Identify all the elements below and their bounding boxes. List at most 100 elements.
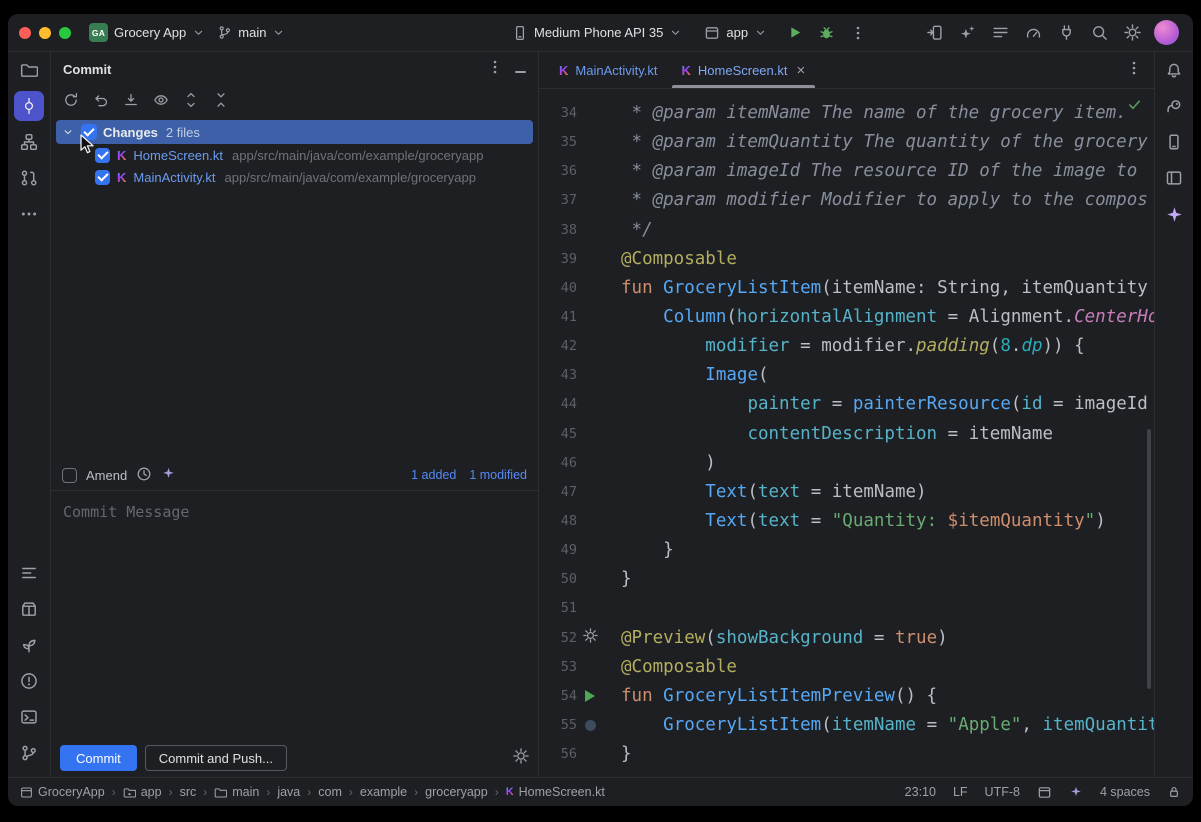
file-checkbox[interactable]: [95, 170, 110, 185]
ai-status-sparkle-icon[interactable]: [1069, 785, 1083, 799]
branch-selector[interactable]: main: [211, 22, 291, 43]
logcat-icon[interactable]: [14, 558, 44, 588]
editor-scrollbar[interactable]: [1147, 429, 1151, 689]
editor-tabs-menu-icon[interactable]: [1126, 60, 1142, 81]
code-line[interactable]: 53@Composable: [539, 653, 1154, 682]
code-line[interactable]: 56}: [539, 740, 1154, 769]
cursor-position[interactable]: 23:10: [905, 785, 936, 799]
code-line[interactable]: 44 painter = painterResource(id = imageI…: [539, 390, 1154, 419]
problems-icon[interactable]: [14, 666, 44, 696]
show-diff-eye-icon[interactable]: [150, 89, 172, 111]
tab-mainactivity[interactable]: K MainActivity.kt: [547, 52, 670, 88]
device-selector[interactable]: Medium Phone API 35: [506, 22, 688, 44]
commit-options-icon[interactable]: [487, 59, 503, 80]
changed-file-row[interactable]: KHomeScreen.ktapp/src/main/java/com/exam…: [51, 144, 538, 166]
gutter-slot[interactable]: [577, 711, 603, 740]
breadcrumb-item[interactable]: KHomeScreen.kt: [506, 785, 605, 799]
code-line[interactable]: 35 * @param itemQuantity The quantity of…: [539, 128, 1154, 157]
code-line[interactable]: 37 * @param modifier Modifier to apply t…: [539, 186, 1154, 215]
terminal-icon[interactable]: [14, 702, 44, 732]
expand-all-icon[interactable]: [180, 89, 202, 111]
shelve-icon[interactable]: [120, 89, 142, 111]
code-line[interactable]: 52@Preview(showBackground = true): [539, 624, 1154, 653]
changes-node[interactable]: Changes 2 files: [56, 120, 533, 144]
debug-button[interactable]: [815, 22, 837, 44]
code-line[interactable]: 40fun GroceryListItem(itemName: String, …: [539, 274, 1154, 303]
user-avatar[interactable]: [1154, 20, 1179, 45]
breadcrumb-item[interactable]: com: [318, 785, 342, 799]
changed-file-row[interactable]: KMainActivity.ktapp/src/main/java/com/ex…: [51, 166, 538, 188]
code-line[interactable]: 51: [539, 594, 1154, 623]
breadcrumb-item[interactable]: GroceryApp: [20, 785, 105, 799]
hide-panel-icon[interactable]: [515, 60, 526, 78]
code-line[interactable]: 55 GroceryListItem(itemName = "Apple", i…: [539, 711, 1154, 740]
chevron-down-icon[interactable]: [61, 126, 75, 138]
device-connection-icon[interactable]: [1055, 22, 1077, 44]
run-preview-icon[interactable]: [585, 690, 595, 702]
code-line[interactable]: 39@Composable: [539, 245, 1154, 274]
code-line[interactable]: 45 contentDescription = itemName: [539, 420, 1154, 449]
ai-commit-message-icon[interactable]: [161, 466, 176, 484]
breadcrumb-item[interactable]: groceryapp: [425, 785, 488, 799]
version-control-icon[interactable]: [14, 738, 44, 768]
amend-checkbox[interactable]: [62, 468, 77, 483]
close-window-button[interactable]: [19, 27, 31, 39]
rollback-icon[interactable]: [90, 89, 112, 111]
running-devices-icon[interactable]: [1159, 163, 1189, 193]
breadcrumb-item[interactable]: example: [360, 785, 407, 799]
refresh-icon[interactable]: [60, 89, 82, 111]
code-line[interactable]: 42 modifier = modifier.padding(8.dp)) {: [539, 332, 1154, 361]
tab-homescreen[interactable]: K HomeScreen.kt ×: [670, 52, 818, 88]
code-line[interactable]: 46 ): [539, 449, 1154, 478]
readonly-lock-icon[interactable]: [1167, 785, 1181, 799]
indent-setting[interactable]: 4 spaces: [1100, 785, 1150, 799]
search-icon[interactable]: [1088, 22, 1110, 44]
code-line[interactable]: 41 Column(horizontalAlignment = Alignmen…: [539, 303, 1154, 332]
profiler-icon[interactable]: [1022, 22, 1044, 44]
logcat-toolbar-icon[interactable]: [989, 22, 1011, 44]
gutter-slot[interactable]: [577, 624, 603, 653]
collapse-all-icon[interactable]: [210, 89, 232, 111]
breadcrumb-item[interactable]: java: [277, 785, 300, 799]
commit-button[interactable]: Commit: [60, 745, 137, 771]
zoom-window-button[interactable]: [59, 27, 71, 39]
pull-requests-icon[interactable]: [14, 163, 44, 193]
commit-and-push-button[interactable]: Commit and Push...: [145, 745, 287, 771]
run-button[interactable]: [783, 22, 805, 44]
device-mirroring-icon[interactable]: [923, 22, 945, 44]
commit-icon[interactable]: [14, 91, 44, 121]
app-inspection-icon[interactable]: [14, 630, 44, 660]
gutter-slot[interactable]: [577, 682, 603, 711]
settings-gear-icon[interactable]: [1121, 22, 1143, 44]
ai-assistant-icon[interactable]: [956, 22, 978, 44]
project-selector[interactable]: GA Grocery App: [83, 20, 211, 45]
commit-message-input[interactable]: [51, 490, 538, 739]
breadcrumb-item[interactable]: app: [123, 785, 162, 799]
structure-icon[interactable]: [14, 127, 44, 157]
more-run-actions-icon[interactable]: [847, 22, 869, 44]
code-line[interactable]: 38 */: [539, 216, 1154, 245]
commit-history-clock-icon[interactable]: [136, 466, 152, 485]
line-separator[interactable]: LF: [953, 785, 968, 799]
gemini-sparkle-icon[interactable]: [1159, 199, 1189, 229]
code-line[interactable]: 49 }: [539, 536, 1154, 565]
run-config-selector[interactable]: app: [698, 22, 773, 44]
packages-icon[interactable]: [14, 594, 44, 624]
code-line[interactable]: 48 Text(text = "Quantity: $itemQuantity"…: [539, 507, 1154, 536]
code-editor[interactable]: 34 * @param itemName The name of the gro…: [539, 89, 1154, 777]
breadcrumb-item[interactable]: main: [214, 785, 259, 799]
code-line[interactable]: 50}: [539, 565, 1154, 594]
inspections-status-icon[interactable]: [1127, 93, 1142, 122]
more-tool-windows-icon[interactable]: [14, 199, 44, 229]
breadcrumb-item[interactable]: src: [180, 785, 197, 799]
minimize-window-button[interactable]: [39, 27, 51, 39]
preview-indicator-icon[interactable]: [585, 720, 596, 731]
device-manager-icon[interactable]: [1159, 127, 1189, 157]
code-line[interactable]: 43 Image(: [539, 361, 1154, 390]
editor-panel-icon[interactable]: [1037, 785, 1052, 800]
code-line[interactable]: 47 Text(text = itemName): [539, 478, 1154, 507]
gradle-icon[interactable]: [1159, 91, 1189, 121]
preview-settings-gear-icon[interactable]: [583, 624, 598, 653]
file-encoding[interactable]: UTF-8: [985, 785, 1020, 799]
project-folder-icon[interactable]: [14, 55, 44, 85]
